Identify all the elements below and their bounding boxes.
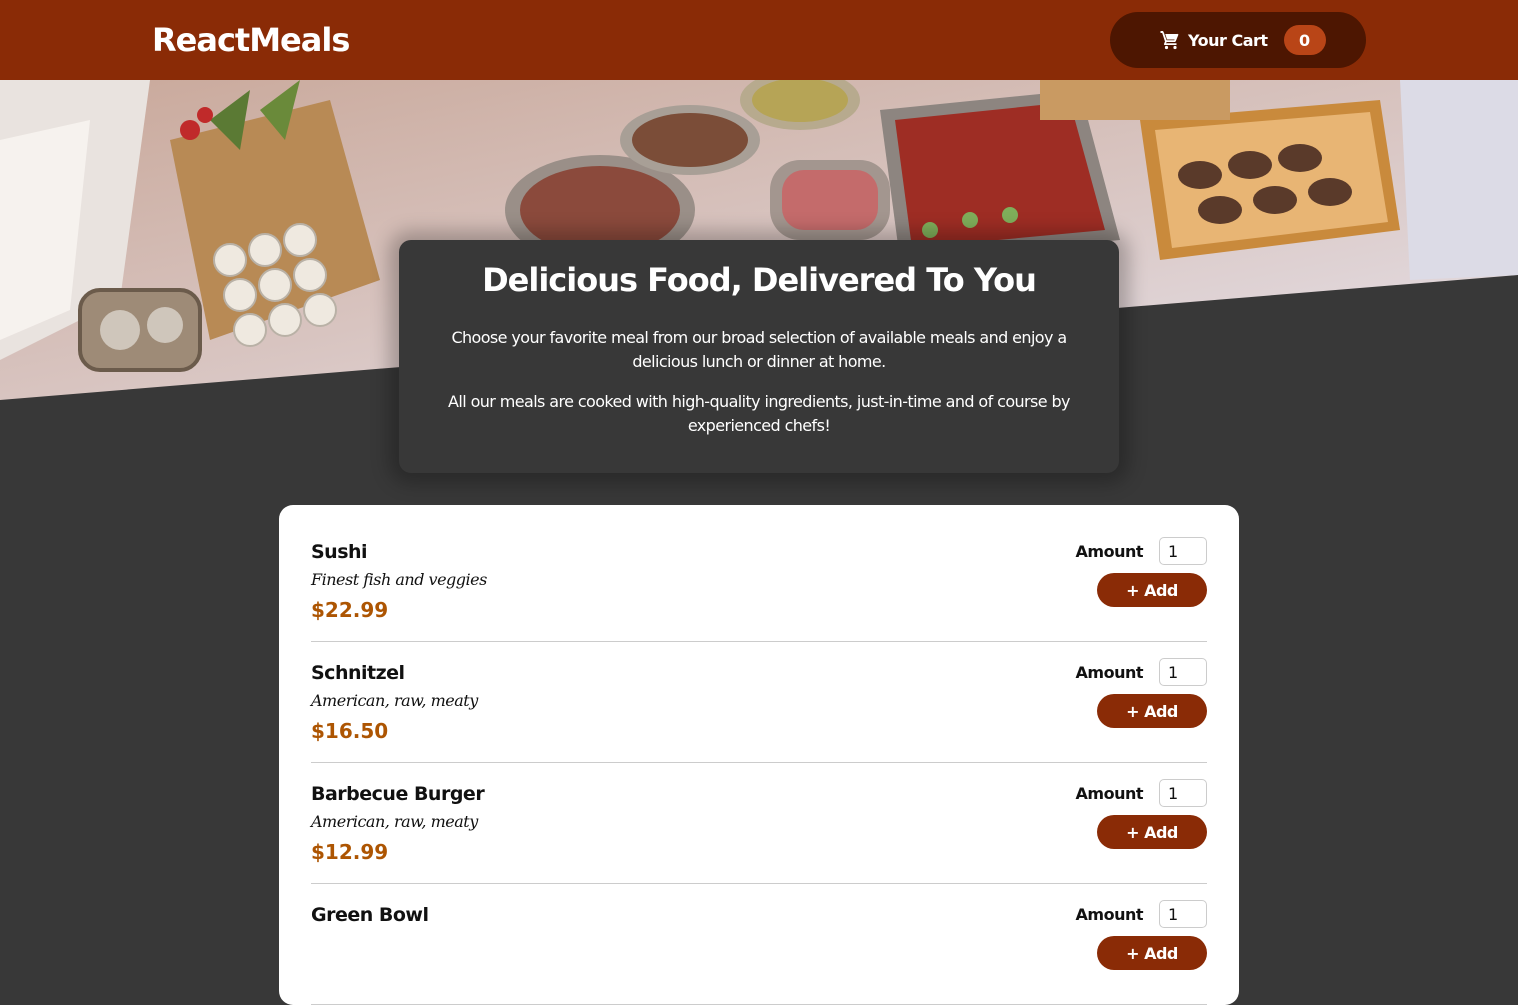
add-button[interactable]: + Add [1097,936,1207,970]
summary-title: Delicious Food, Delivered To You [482,261,1037,299]
amount-input[interactable] [1159,537,1207,565]
meal-item: Schnitzel American, raw, meaty $16.50 Am… [311,642,1207,763]
brand-title: ReactMeals [152,21,350,59]
amount-label: Amount [1075,783,1144,803]
meal-add-form: Amount + Add [1027,537,1207,607]
amount-label: Amount [1075,904,1144,924]
cart-button[interactable]: Your Cart 0 [1110,12,1366,68]
amount-input[interactable] [1159,779,1207,807]
add-button[interactable]: + Add [1097,694,1207,728]
meals-summary: Delicious Food, Delivered To You Choose … [399,240,1119,473]
app-header: ReactMeals Your Cart 0 [0,0,1518,80]
add-button[interactable]: + Add [1097,573,1207,607]
amount-label: Amount [1075,662,1144,682]
meal-item: Barbecue Burger American, raw, meaty $12… [311,763,1207,884]
meal-item: Green Bowl Amount + Add [311,884,1207,1005]
summary-paragraph: All our meals are cooked with high-quali… [448,392,1070,435]
cart-label: Your Cart [1188,30,1268,50]
meal-add-form: Amount + Add [1027,779,1207,849]
meal-item: Sushi Finest fish and veggies $22.99 Amo… [311,521,1207,642]
summary-paragraph: Choose your favorite meal from our broad… [451,328,1067,371]
available-meals-card: Sushi Finest fish and veggies $22.99 Amo… [279,505,1239,1005]
amount-label: Amount [1075,541,1144,561]
cart-icon [1160,30,1180,50]
amount-input[interactable] [1159,900,1207,928]
add-button[interactable]: + Add [1097,815,1207,849]
meal-add-form: Amount + Add [1027,900,1207,970]
meal-add-form: Amount + Add [1027,658,1207,728]
cart-count-badge: 0 [1283,25,1326,55]
amount-input[interactable] [1159,658,1207,686]
